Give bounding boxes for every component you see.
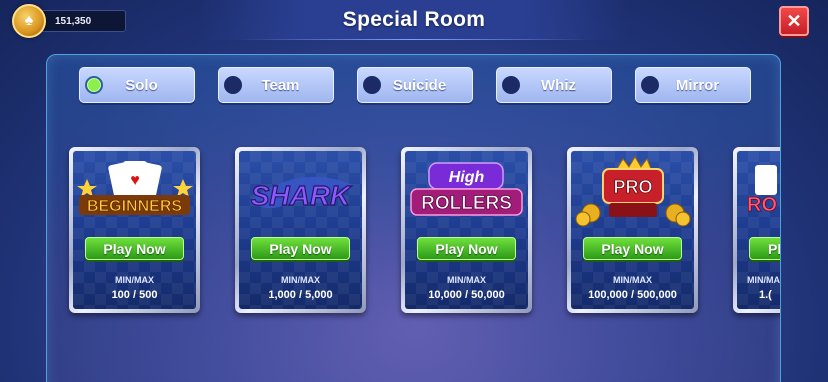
room-title: RO (747, 194, 777, 216)
minmax-label: MIN/MAX (115, 275, 154, 285)
room-title: BEGINNERS (87, 198, 182, 215)
page-title: Special Room (342, 8, 486, 31)
room-title-top: High (449, 169, 485, 186)
play-now-button[interactable]: Pl (749, 237, 780, 260)
tab-whiz[interactable]: Whiz (496, 67, 612, 103)
room-panel: Solo Team Suicide Whiz Mirror ♥ BEGINNER… (46, 54, 781, 382)
play-now-button[interactable]: Play Now (85, 237, 184, 260)
tab-label: Whiz (541, 76, 576, 94)
room-title-bottom: ROLLERS (421, 193, 512, 214)
spade-coin-icon: ♠ (12, 4, 46, 38)
tab-mirror[interactable]: Mirror (635, 67, 751, 103)
minmax-label: MIN/MAX (613, 275, 652, 285)
minmax-label: MIN/MAX (281, 275, 320, 285)
partial-room-logo: RO (737, 155, 780, 231)
pro-logo: PRO (571, 155, 694, 231)
tab-label: Team (261, 76, 300, 94)
room-card-shark[interactable]: SHARK Play Now MIN/MAX 1,000 / 5,000 (235, 147, 366, 313)
room-list: ♥ BEGINNERS Play Now MIN/MAX 100 / 500 S… (69, 147, 780, 313)
minmax-label: MIN/MAX (747, 275, 780, 285)
tab-solo[interactable]: Solo (79, 67, 195, 103)
radio-icon (224, 76, 242, 94)
tab-label: Mirror (675, 76, 720, 94)
high-rollers-logo: High ROLLERS (405, 155, 528, 231)
minmax-value: 1,000 / 5,000 (268, 289, 333, 301)
play-now-button[interactable]: Play Now (417, 237, 516, 260)
close-button[interactable]: ✕ (779, 6, 809, 36)
room-card-high-rollers[interactable]: High ROLLERS Play Now MIN/MAX 10,000 / 5… (401, 147, 532, 313)
title-bar: Special Room (200, 0, 628, 40)
close-icon: ✕ (786, 10, 802, 31)
mode-tabs: Solo Team Suicide Whiz Mirror (79, 67, 751, 103)
tab-suicide[interactable]: Suicide (357, 67, 473, 103)
beginners-logo: ♥ BEGINNERS (73, 155, 196, 231)
room-title: PRO (613, 177, 652, 197)
svg-text:♥: ♥ (130, 172, 140, 189)
minmax-value: 1.( (759, 289, 772, 301)
tab-label: Solo (125, 76, 158, 94)
tab-team[interactable]: Team (218, 67, 334, 103)
shark-logo: SHARK (239, 155, 362, 231)
play-now-button[interactable]: Play Now (251, 237, 350, 260)
radio-selected-icon (85, 76, 103, 94)
room-card-beginners[interactable]: ♥ BEGINNERS Play Now MIN/MAX 100 / 500 (69, 147, 200, 313)
tab-label: Suicide (392, 76, 447, 94)
minmax-value: 100 / 500 (111, 289, 158, 301)
radio-icon (641, 76, 659, 94)
balance-amount: 151,350 (38, 10, 126, 32)
radio-icon (363, 76, 381, 94)
minmax-value: 10,000 / 50,000 (428, 289, 505, 301)
play-now-button[interactable]: Play Now (583, 237, 682, 260)
room-card-pro[interactable]: PRO Play Now MIN/MAX 100,000 / 500,000 (567, 147, 698, 313)
room-title: SHARK (251, 180, 352, 211)
minmax-label: MIN/MAX (447, 275, 486, 285)
room-card-partial[interactable]: RO Pl MIN/MAX 1.( (733, 147, 780, 313)
radio-icon (502, 76, 520, 94)
balance-display: ♠ 151,350 (12, 4, 126, 38)
minmax-value: 100,000 / 500,000 (588, 289, 677, 301)
